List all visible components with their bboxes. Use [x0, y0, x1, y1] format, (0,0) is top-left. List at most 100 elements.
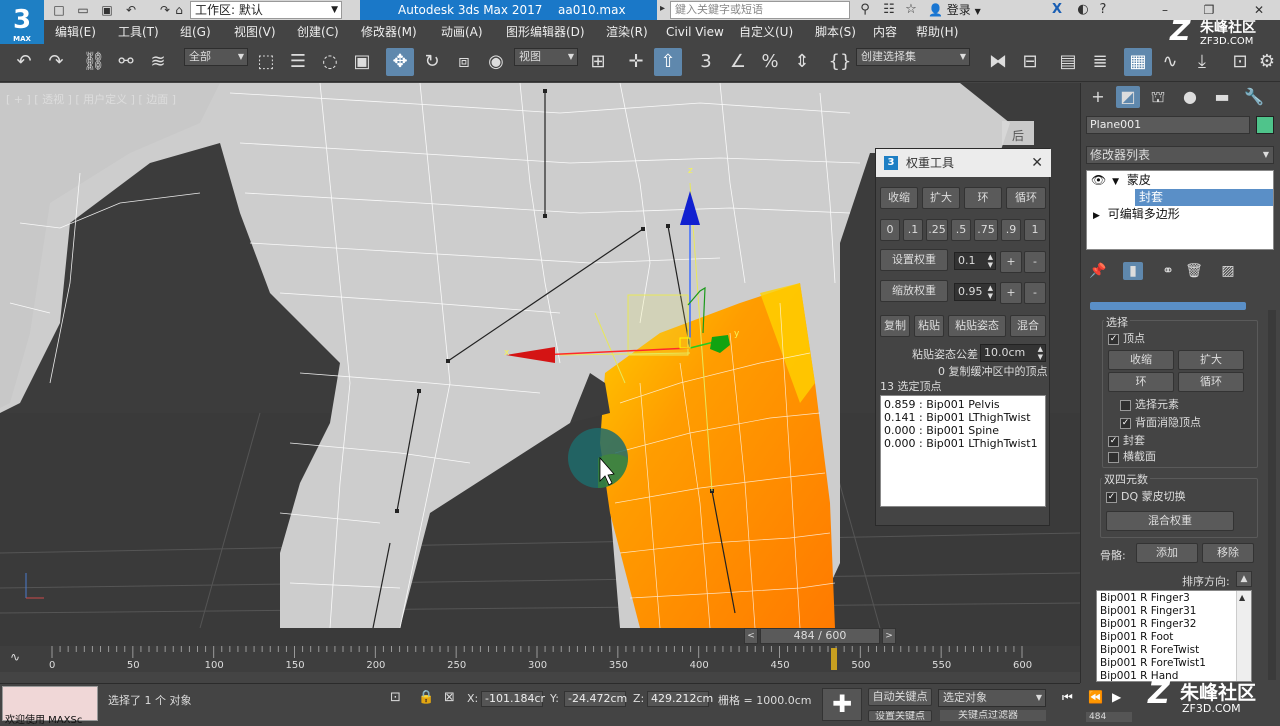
menu-rendering[interactable]: 渲染(R) [606, 24, 648, 40]
menu-group[interactable]: 组(G) [180, 24, 211, 40]
paste-pos-button[interactable]: 粘贴姿态 [948, 315, 1006, 337]
set-weight-plus-button[interactable]: + [1000, 251, 1022, 273]
weight-05-button[interactable]: .5 [951, 219, 971, 241]
help-button[interactable]: ? [1094, 1, 1112, 19]
search-input[interactable]: 鍵入关鍵字或短语 [670, 1, 850, 19]
bind-space-warp-icon[interactable]: ≋ [144, 48, 172, 76]
material-editor-icon[interactable]: ⊡ [1226, 48, 1254, 76]
named-selection-dropdown[interactable]: 创建选择集 ▼ [856, 48, 970, 66]
stack-item-editable-poly[interactable]: ▶ 可编辑多边形 [1087, 206, 1273, 223]
copy-button[interactable]: 复制 [880, 315, 910, 337]
paste-tolerance-spinner[interactable]: 10.0cm ▲ ▼ [980, 344, 1046, 362]
spinner-snap-icon[interactable]: ⇕ [788, 48, 816, 76]
vertices-checkbox[interactable]: ✓ 顶点 [1108, 332, 1145, 346]
eye-icon[interactable]: 👁 [1091, 173, 1106, 187]
weight-0-button[interactable]: 0 [880, 219, 900, 241]
snap-toggle-icon[interactable]: 3 [692, 48, 720, 76]
ring-button[interactable]: 环 [964, 187, 1002, 209]
maxscript-listener[interactable]: 欢迎使用 MAXSc [2, 686, 98, 726]
render-setup-icon[interactable]: ⚙ [1256, 48, 1278, 76]
exchange-apps-icon[interactable]: X [1048, 1, 1066, 19]
blend-weights-button[interactable]: 混合权重 [1106, 511, 1234, 531]
modify-tab-icon[interactable]: ◩ [1116, 86, 1140, 108]
keyboard-shortcut-override-icon[interactable]: ⇧ [654, 48, 682, 76]
select-by-name-icon[interactable]: ☰ [284, 48, 312, 76]
link-icon[interactable]: ⛓ [80, 48, 108, 76]
binoculars-icon[interactable]: ⚲ [856, 1, 874, 19]
weight-075-button[interactable]: .75 [974, 219, 998, 241]
viewport-label[interactable]: [ + ] [ 透视 ] [ 用户定义 ] [ 边面 ] [6, 91, 176, 107]
select-manipulate-icon[interactable]: ✛ [622, 48, 650, 76]
dq-skin-toggle-checkbox[interactable]: ✓ DQ 蒙皮切换 [1106, 490, 1186, 504]
select-rotate-icon[interactable]: ↻ [418, 48, 446, 76]
redo-icon[interactable]: ↷ [42, 48, 70, 76]
y-coordinate-field[interactable]: -24.472cm [564, 691, 627, 707]
menu-modifiers[interactable]: 修改器(M) [361, 24, 417, 40]
x-coordinate-field[interactable]: -101.184cr [481, 691, 545, 707]
pivot-center-icon[interactable]: ⊞ [584, 48, 612, 76]
menu-tools[interactable]: 工具(T) [118, 24, 159, 40]
set-weight-spinner[interactable]: 0.1 ▲ ▼ [954, 252, 996, 270]
spinner-arrows-icon[interactable]: ▲ ▼ [1038, 345, 1043, 361]
new-file-icon[interactable]: □ [50, 2, 68, 18]
show-end-result-icon[interactable]: ▮ [1123, 262, 1143, 280]
loop-button[interactable]: 循环 [1006, 187, 1046, 209]
grow-button[interactable]: 扩大 [922, 187, 960, 209]
project-folder-icon[interactable]: ⌂ [170, 2, 188, 18]
selection-lock-icon[interactable]: 🔒 [418, 690, 434, 705]
menu-help[interactable]: 帮助(H) [916, 24, 958, 40]
expand-icon[interactable]: ▼ [1112, 177, 1119, 187]
configure-modifier-sets-icon[interactable]: ▨ [1218, 262, 1238, 280]
grow-button[interactable]: 扩大 [1178, 350, 1244, 370]
curve-editor-icon[interactable]: ∿ [1156, 48, 1184, 76]
selection-filter-dropdown[interactable]: 全部 ▼ [184, 48, 248, 66]
bone-list[interactable]: Bip001 R Finger3 Bip001 R Finger31 Bip00… [1096, 590, 1252, 682]
command-panel-scrollbar[interactable] [1268, 310, 1276, 680]
list-item[interactable]: Bip001 R ForeTwist1 [1100, 657, 1248, 670]
menu-edit[interactable]: 编辑(E) [55, 24, 96, 40]
previous-frame-button[interactable]: < [744, 628, 758, 644]
weight-tool-titlebar[interactable]: 3 权重工具 ✕ [876, 149, 1051, 177]
menu-views[interactable]: 视图(V) [234, 24, 276, 40]
make-unique-icon[interactable]: ⚭ [1158, 262, 1178, 280]
open-file-icon[interactable]: ▭ [74, 2, 92, 18]
isolate-selection-icon[interactable]: ⊡ [390, 690, 401, 705]
next-frame-button[interactable]: > [882, 628, 896, 644]
select-scale-icon[interactable]: ⧈ [450, 48, 478, 76]
rollout-header[interactable] [1090, 302, 1246, 310]
list-item[interactable]: 0.000 : Bip001 Spine [884, 424, 1042, 437]
previous-key-icon[interactable]: ⏪ [1088, 690, 1103, 704]
menu-customize[interactable]: 自定义(U) [739, 24, 793, 40]
add-time-tag-icon[interactable]: ✚ [822, 688, 862, 721]
auto-key-button[interactable]: 自动关键点 [868, 688, 932, 706]
app-logo-button[interactable]: 3 MAX [0, 0, 44, 44]
schematic-view-icon[interactable]: ⤓ [1188, 48, 1216, 76]
save-file-icon[interactable]: ▣ [98, 2, 116, 18]
scale-weight-plus-button[interactable]: + [1000, 282, 1022, 304]
play-icon[interactable]: ▶ [1112, 690, 1121, 704]
menu-scripting[interactable]: 脚本(S) [815, 24, 856, 40]
spinner-arrows-icon[interactable]: ▲ ▼ [988, 284, 993, 300]
display-tab-icon[interactable]: ▬ [1210, 86, 1234, 108]
list-item[interactable]: 0.859 : Bip001 Pelvis [884, 398, 1042, 411]
backface-cull-checkbox[interactable]: ✓ 背面消隐顶点 [1120, 416, 1201, 430]
loop-button[interactable]: 循环 [1178, 372, 1244, 392]
scale-weight-spinner[interactable]: 0.95 ▲ ▼ [954, 283, 996, 301]
align-icon[interactable]: ⊟ [1016, 48, 1044, 76]
pin-stack-icon[interactable]: 📌 [1088, 262, 1108, 280]
weight-01-button[interactable]: .1 [903, 219, 923, 241]
select-element-checkbox[interactable]: 选择元素 [1120, 398, 1179, 412]
place-icon[interactable]: ◉ [482, 48, 510, 76]
menu-civil-view[interactable]: Civil View [666, 24, 724, 40]
ring-button[interactable]: 环 [1108, 372, 1174, 392]
cross-sections-checkbox[interactable]: 横截面 [1108, 450, 1156, 464]
object-color-swatch[interactable] [1256, 116, 1274, 134]
weight-025-button[interactable]: .25 [926, 219, 948, 241]
remove-modifier-icon[interactable]: 🗑 [1184, 262, 1204, 280]
expand-icon[interactable]: ▶ [1093, 211, 1100, 221]
percent-snap-icon[interactable]: % [756, 48, 784, 76]
sort-ascending-button[interactable]: ▲ [1236, 571, 1252, 587]
chevron-up-icon[interactable]: ▲ [1239, 593, 1245, 602]
login-button[interactable]: 👤 登录 ▼ [928, 0, 981, 20]
list-item[interactable]: Bip001 R ForeTwist [1100, 644, 1248, 657]
